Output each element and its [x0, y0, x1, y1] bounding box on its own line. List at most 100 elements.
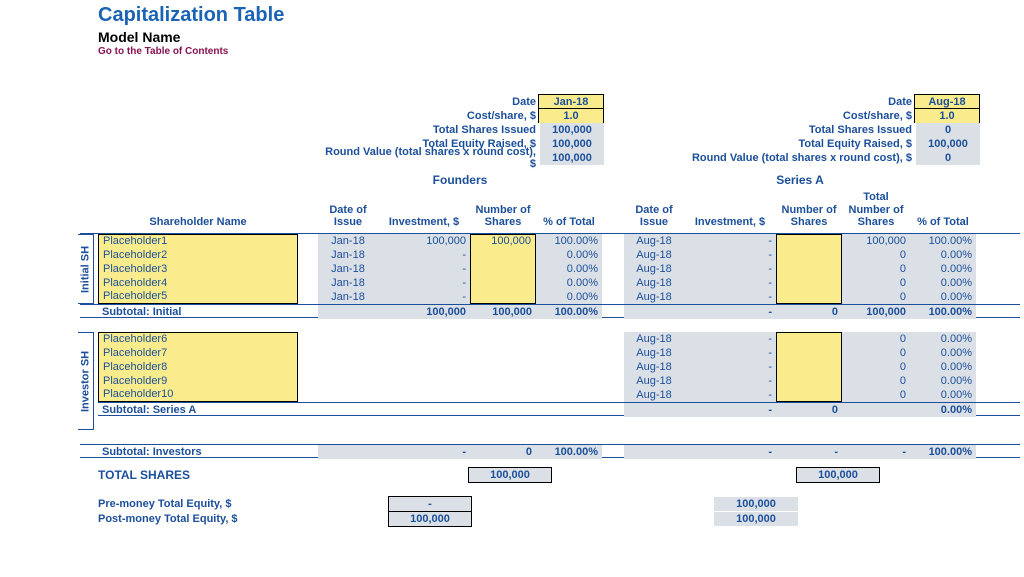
- a-date: Aug-18: [624, 234, 684, 248]
- f-pct: 0.00%: [536, 262, 602, 276]
- a-num[interactable]: [776, 262, 842, 276]
- shareholder-name[interactable]: Placeholder6: [98, 332, 298, 346]
- table-row: Placeholder6Aug-18-00.00%: [98, 332, 1020, 346]
- sub-inv-a-inv: -: [684, 445, 776, 459]
- f-num: [470, 332, 536, 346]
- hdr-a-tot: Total Number of Shares: [842, 189, 910, 233]
- shareholder-name[interactable]: Placeholder8: [98, 360, 298, 374]
- shareholder-name[interactable]: Placeholder10: [98, 388, 298, 402]
- sub-sa-inv: -: [684, 403, 776, 417]
- investor-block: Investor SH Placeholder6Aug-18-00.00%Pla…: [80, 332, 1020, 430]
- a-inv: -: [684, 262, 776, 276]
- a-inv: -: [684, 234, 776, 248]
- toc-link[interactable]: Go to the Table of Contents: [98, 46, 1020, 57]
- shareholder-name[interactable]: Placeholder7: [98, 346, 298, 360]
- a-num[interactable]: [776, 276, 842, 290]
- a-tot: 100,000: [842, 234, 910, 248]
- a-num[interactable]: [776, 234, 842, 248]
- seriesa-title: Series A: [624, 173, 976, 187]
- f-pct: [536, 360, 602, 374]
- f-pct: [536, 374, 602, 388]
- f-num[interactable]: [470, 248, 536, 262]
- label-round: Round Value (total shares x round cost),…: [318, 146, 536, 170]
- a-pct: 0.00%: [910, 248, 976, 262]
- table-row: Placeholder4Jan-18-0.00%Aug-18-00.00%: [98, 276, 1020, 290]
- f-inv: -: [378, 262, 470, 276]
- a-pct: 0.00%: [910, 360, 976, 374]
- a-num[interactable]: [776, 290, 842, 304]
- subtotal-initial-label: Subtotal: Initial: [98, 305, 298, 319]
- shareholder-name[interactable]: Placeholder9: [98, 374, 298, 388]
- a-tot: 0: [842, 346, 910, 360]
- shareholder-name[interactable]: Placeholder4: [98, 276, 298, 290]
- a-num[interactable]: [776, 388, 842, 402]
- sub-inv-f-inv: -: [378, 445, 470, 459]
- label-date: Date: [318, 96, 536, 108]
- seriesa-cost[interactable]: 1.0: [914, 108, 980, 124]
- a-date: Aug-18: [624, 388, 684, 402]
- a-pct: 0.00%: [910, 332, 976, 346]
- pre-money-f: -: [388, 496, 472, 512]
- total-shares-a: 100,000: [796, 467, 880, 483]
- f-inv: [378, 360, 470, 374]
- label-round-a: Round Value (total shares x round cost),…: [626, 152, 912, 164]
- f-date: [318, 360, 378, 374]
- a-date: Aug-18: [624, 360, 684, 374]
- a-inv: -: [684, 346, 776, 360]
- page-header: Capitalization Table Model Name Go to th…: [98, 4, 1020, 57]
- a-num[interactable]: [776, 346, 842, 360]
- sub-i-a-pct: 100.00%: [910, 305, 976, 319]
- sub-inv-a-tot: -: [842, 445, 910, 459]
- a-pct: 0.00%: [910, 374, 976, 388]
- f-inv: [378, 374, 470, 388]
- a-inv: -: [684, 360, 776, 374]
- sub-inv-f-pct: 100.00%: [536, 445, 602, 459]
- sub-inv-f-num: 0: [470, 445, 536, 459]
- shareholder-name[interactable]: Placeholder3: [98, 262, 298, 276]
- hdr-f-date: Date of Issue: [318, 202, 378, 233]
- f-date: Jan-18: [318, 290, 378, 304]
- sub-inv-a-num: -: [776, 445, 842, 459]
- shareholder-name[interactable]: Placeholder2: [98, 248, 298, 262]
- shareholder-name[interactable]: Placeholder1: [98, 234, 298, 248]
- a-num[interactable]: [776, 360, 842, 374]
- founders-cost[interactable]: 1.0: [538, 108, 604, 124]
- f-inv: [378, 346, 470, 360]
- a-num[interactable]: [776, 332, 842, 346]
- a-inv: -: [684, 388, 776, 402]
- a-tot: 0: [842, 332, 910, 346]
- f-date: Jan-18: [318, 234, 378, 248]
- f-num[interactable]: 100,000: [470, 234, 536, 248]
- a-num[interactable]: [776, 248, 842, 262]
- shareholder-name[interactable]: Placeholder5: [98, 290, 298, 304]
- sub-i-a-inv: -: [684, 305, 776, 319]
- label-date-a: Date: [626, 96, 912, 108]
- sub-i-f-inv: 100,000: [378, 305, 470, 319]
- f-inv: -: [378, 276, 470, 290]
- label-shares: Total Shares Issued: [318, 124, 536, 136]
- a-date: Aug-18: [624, 248, 684, 262]
- f-num: [470, 346, 536, 360]
- cap-table: DateJan-18 Cost/share, $1.0 Total Shares…: [80, 95, 1020, 527]
- a-tot: 0: [842, 290, 910, 304]
- f-pct: 0.00%: [536, 248, 602, 262]
- sub-sa-num: 0: [776, 403, 842, 417]
- seriesa-round: 0: [914, 151, 980, 165]
- f-date: [318, 346, 378, 360]
- hdr-a-inv: Investment, $: [684, 214, 776, 233]
- a-num[interactable]: [776, 374, 842, 388]
- f-pct: 0.00%: [536, 276, 602, 290]
- founders-shares: 100,000: [538, 123, 604, 137]
- a-pct: 0.00%: [910, 388, 976, 402]
- sub-i-a-num: 0: [776, 305, 842, 319]
- a-inv: -: [684, 374, 776, 388]
- hdr-a-pct: % of Total: [910, 214, 976, 233]
- hdr-shareholder: Shareholder Name: [98, 214, 298, 233]
- table-row: Placeholder3Jan-18-0.00%Aug-18-00.00%: [98, 262, 1020, 276]
- seriesa-equity: 100,000: [914, 137, 980, 151]
- f-num[interactable]: [470, 262, 536, 276]
- a-tot: 0: [842, 276, 910, 290]
- a-pct: 0.00%: [910, 276, 976, 290]
- f-num[interactable]: [470, 290, 536, 304]
- f-num[interactable]: [470, 276, 536, 290]
